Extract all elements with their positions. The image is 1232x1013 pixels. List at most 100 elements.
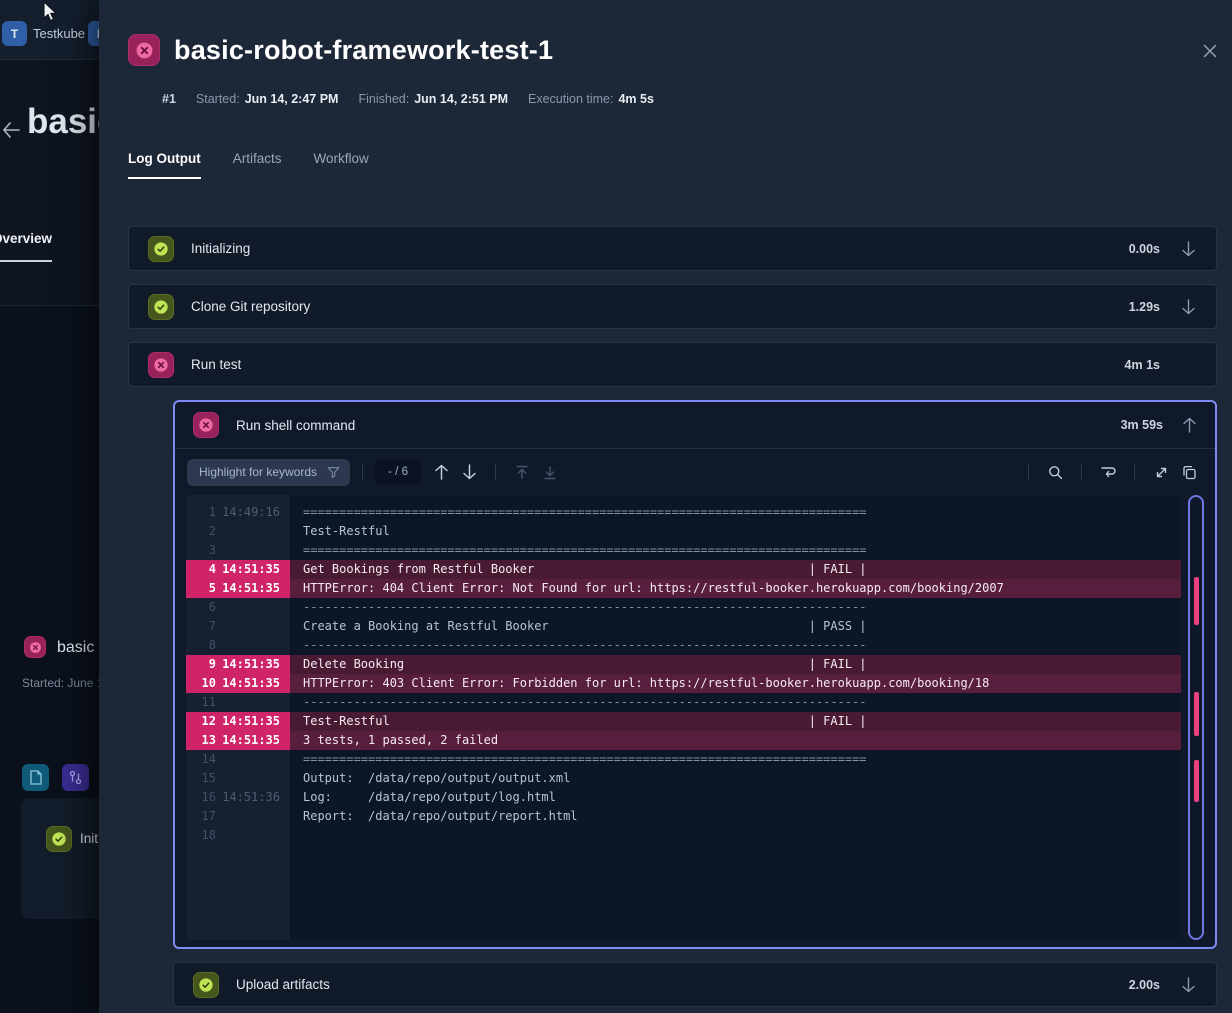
step-duration: 1.29s xyxy=(1129,300,1160,314)
status-failed-icon xyxy=(148,352,174,378)
step-duration: 3m 59s xyxy=(1121,418,1163,432)
step-label: Run test xyxy=(191,357,1125,372)
chevron-down-icon[interactable] xyxy=(1178,241,1198,257)
log-line-8: 8---------------------------------------… xyxy=(186,636,1181,655)
divider xyxy=(362,464,363,480)
log-line-2: 2Test-Restful xyxy=(186,522,1181,541)
status-passed-icon xyxy=(148,294,174,320)
background-page-title: basic xyxy=(27,102,99,142)
next-match-icon[interactable] xyxy=(455,458,483,486)
step-run-shell-command-header[interactable]: Run shell command 3m 59s xyxy=(175,402,1215,449)
step-clone-git-repository[interactable]: Clone Git repository 1.29s xyxy=(128,284,1217,329)
status-passed-icon xyxy=(46,826,72,852)
step-label: Initializing xyxy=(191,241,1129,256)
tab-log-output[interactable]: Log Output xyxy=(128,151,201,179)
step-initializing[interactable]: Initializing 0.00s xyxy=(128,226,1217,271)
copy-icon[interactable] xyxy=(1175,458,1203,486)
tab-workflow[interactable]: Workflow xyxy=(314,151,369,179)
minimap-error-marker-1[interactable] xyxy=(1194,577,1199,625)
background-page: T Testkube F basic Overview Ex basic Sta… xyxy=(0,0,99,1013)
log-line-13: 1314:51:353 tests, 1 passed, 2 failed xyxy=(186,731,1181,750)
workflow-steps: Initializing 0.00s Clone Git repository … xyxy=(128,226,1217,1013)
log-viewer[interactable]: 114:49:16===============================… xyxy=(186,495,1181,940)
step-duration: 2.00s xyxy=(1129,978,1160,992)
keyword-highlight-placeholder: Highlight for keywords xyxy=(199,465,317,479)
status-passed-icon xyxy=(193,972,219,998)
finished-value: Jun 14, 2:51 PM xyxy=(414,92,508,106)
log-line-17: 17Report: /data/repo/output/report.html xyxy=(186,807,1181,826)
log-line-15: 15Output: /data/repo/output/output.xml xyxy=(186,769,1181,788)
step-run-shell-command-card: Run shell command 3m 59s Highlight for k… xyxy=(173,400,1217,949)
background-steps-panel: Init xyxy=(21,798,99,919)
tab-artifacts[interactable]: Artifacts xyxy=(233,151,282,179)
log-scrollbar-minimap[interactable] xyxy=(1188,495,1204,940)
brand-name[interactable]: Testkube xyxy=(33,26,85,41)
drawer-header: basic-robot-framework-test-1 xyxy=(128,34,553,66)
close-icon[interactable] xyxy=(1199,40,1221,62)
execution-time-value: 4m 5s xyxy=(618,92,653,106)
log-line-16: 1614:51:36Log: /data/repo/output/log.htm… xyxy=(186,788,1181,807)
fullscreen-icon[interactable] xyxy=(1147,458,1175,486)
log-line-6: 6---------------------------------------… xyxy=(186,598,1181,617)
log-output-area: 114:49:16===============================… xyxy=(186,495,1204,940)
divider xyxy=(1134,464,1135,480)
filter-icon xyxy=(327,466,340,479)
finished-label: Finished: xyxy=(358,92,409,106)
background-page-tabs: Overview Ex xyxy=(0,231,99,262)
step-duration: 4m 1s xyxy=(1125,358,1160,372)
log-line-7: 7Create a Booking at Restful Booker | PA… xyxy=(186,617,1181,636)
step-run-test[interactable]: Run test 4m 1s xyxy=(128,342,1217,387)
scroll-to-top-icon[interactable] xyxy=(508,458,536,486)
started-value: Jun 14, 2:47 PM xyxy=(245,92,339,106)
background-execution-name[interactable]: basic xyxy=(57,639,94,657)
mouse-cursor-icon xyxy=(42,1,59,23)
step-label: Upload artifacts xyxy=(236,977,1129,992)
drawer-tabs: Log Output Artifacts Workflow xyxy=(128,151,369,179)
log-line-4: 414:51:35Get Bookings from Restful Booke… xyxy=(186,560,1181,579)
log-line-1: 114:49:16===============================… xyxy=(186,503,1181,522)
file-icon[interactable] xyxy=(22,764,49,791)
execution-title: basic-robot-framework-test-1 xyxy=(174,35,553,66)
background-execution-started: Started: June 1 xyxy=(22,676,99,690)
previous-match-icon[interactable] xyxy=(427,458,455,486)
back-icon[interactable] xyxy=(2,122,20,143)
log-line-3: 3=======================================… xyxy=(186,541,1181,560)
chevron-down-icon[interactable] xyxy=(1178,977,1198,993)
background-step-label: Init xyxy=(80,831,98,846)
env-badge[interactable]: F xyxy=(88,21,99,46)
minimap-error-marker-3[interactable] xyxy=(1194,760,1199,802)
git-commit-icon[interactable] xyxy=(62,764,89,791)
keyword-highlight-input[interactable]: Highlight for keywords xyxy=(187,459,350,486)
status-passed-icon xyxy=(148,236,174,262)
app-root: T Testkube F basic Overview Ex basic Sta… xyxy=(0,0,1232,1013)
execution-time-label: Execution time: xyxy=(528,92,613,106)
step-duration: 0.00s xyxy=(1129,242,1160,256)
log-line-5: 514:51:35HTTPError: 404 Client Error: No… xyxy=(186,579,1181,598)
divider xyxy=(495,464,496,480)
execution-drawer: basic-robot-framework-test-1 #1 Started:… xyxy=(99,0,1232,1013)
log-line-10: 1014:51:35HTTPError: 403 Client Error: F… xyxy=(186,674,1181,693)
tab-overview[interactable]: Overview xyxy=(0,231,52,262)
step-upload-artifacts[interactable]: Upload artifacts 2.00s xyxy=(173,962,1217,1007)
step-label: Run shell command xyxy=(236,418,1121,433)
match-counter: - / 6 xyxy=(375,460,421,484)
status-failed-icon xyxy=(193,412,219,438)
execution-meta: #1 Started: Jun 14, 2:47 PM Finished: Ju… xyxy=(162,92,654,106)
scroll-to-bottom-icon[interactable] xyxy=(536,458,564,486)
log-lines: 114:49:16===============================… xyxy=(186,495,1181,845)
minimap-error-marker-2[interactable] xyxy=(1194,692,1199,736)
wrap-lines-icon[interactable] xyxy=(1094,458,1122,486)
execution-number: #1 xyxy=(162,92,176,106)
log-toolbar: Highlight for keywords - / 6 xyxy=(175,449,1215,495)
started-label: Started: xyxy=(196,92,240,106)
chevron-down-icon[interactable] xyxy=(1178,299,1198,315)
log-line-12: 1214:51:35Test-Restful | FAIL | xyxy=(186,712,1181,731)
divider xyxy=(1081,464,1082,480)
log-line-18: 18 xyxy=(186,826,1181,845)
log-line-9: 914:51:35Delete Booking | FAIL | xyxy=(186,655,1181,674)
background-content: basic Started: June 1 Init xyxy=(0,306,99,1013)
status-failed-icon xyxy=(24,636,46,658)
chevron-up-icon[interactable] xyxy=(1179,417,1199,433)
search-icon[interactable] xyxy=(1041,458,1069,486)
org-badge[interactable]: T xyxy=(2,21,27,46)
